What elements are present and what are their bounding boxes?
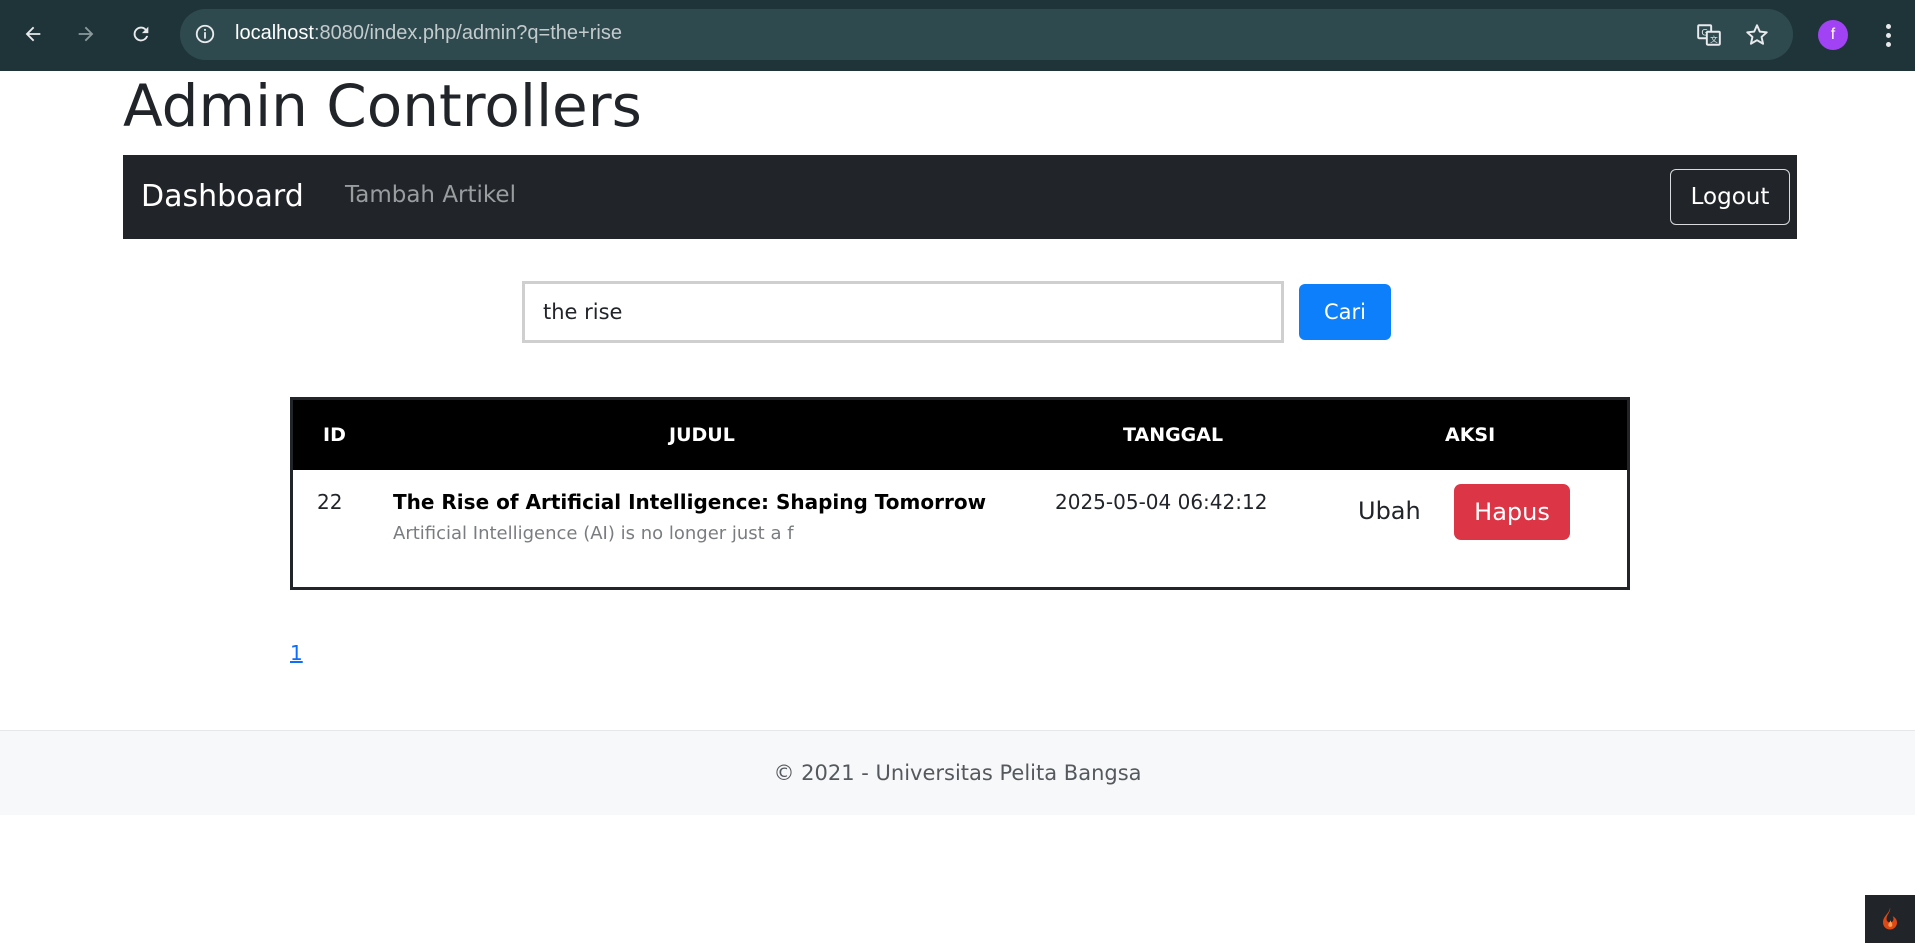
row-date: 2025-05-04 06:42:12 bbox=[1055, 490, 1268, 514]
row-title: The Rise of Artificial Intelligence: Sha… bbox=[393, 490, 987, 514]
column-header-aksi: AKSI bbox=[1445, 424, 1496, 446]
pagination-page-1[interactable]: 1 bbox=[290, 641, 303, 665]
reload-icon bbox=[133, 26, 149, 42]
navbar-brand-dashboard[interactable]: Dashboard bbox=[141, 179, 304, 214]
table-header: ID JUDUL TANGGAL AKSI bbox=[293, 400, 1627, 470]
column-header-id: ID bbox=[323, 424, 346, 446]
search-input[interactable] bbox=[522, 281, 1284, 343]
page-title: Admin Controllers bbox=[123, 72, 642, 140]
address-bar[interactable]: localhost:8080/index.php/admin?q=the+ris… bbox=[180, 9, 1793, 60]
arrow-left-icon bbox=[25, 26, 41, 42]
reload-button[interactable] bbox=[122, 15, 160, 53]
page-footer: © 2021 - Universitas Pelita Bangsa bbox=[0, 730, 1915, 815]
browser-toolbar: localhost:8080/index.php/admin?q=the+ris… bbox=[0, 0, 1915, 71]
nav-link-tambah-artikel[interactable]: Tambah Artikel bbox=[345, 182, 516, 208]
articles-table: ID JUDUL TANGGAL AKSI 22 The Rise of Art… bbox=[290, 397, 1630, 590]
row-excerpt: Artificial Intelligence (AI) is no longe… bbox=[393, 523, 794, 544]
forward-button[interactable] bbox=[67, 15, 105, 53]
arrow-right-icon bbox=[78, 26, 94, 42]
profile-avatar[interactable]: f bbox=[1818, 20, 1848, 50]
logout-button[interactable]: Logout bbox=[1670, 169, 1790, 225]
url-path: :8080/index.php/admin?q=the+rise bbox=[313, 22, 622, 44]
translate-icon[interactable]: G文 bbox=[1695, 21, 1723, 49]
debug-toolbar-flame-icon[interactable] bbox=[1865, 895, 1915, 943]
delete-button[interactable]: Hapus bbox=[1454, 484, 1570, 540]
svg-text:G: G bbox=[1701, 29, 1708, 39]
column-header-judul: JUDUL bbox=[669, 424, 735, 446]
footer-copyright: © 2021 - Universitas Pelita Bangsa bbox=[773, 761, 1142, 785]
url-host: localhost bbox=[235, 22, 314, 44]
admin-navbar: Dashboard Tambah Artikel Logout bbox=[123, 155, 1797, 239]
column-header-tanggal: TANGGAL bbox=[1123, 424, 1224, 446]
browser-menu-icon[interactable] bbox=[1876, 18, 1900, 52]
back-button[interactable] bbox=[14, 15, 52, 53]
row-id: 22 bbox=[317, 490, 343, 514]
url-text[interactable]: localhost:8080/index.php/admin?q=the+ris… bbox=[235, 22, 622, 45]
svg-text:文: 文 bbox=[1710, 34, 1718, 44]
bookmark-star-icon[interactable] bbox=[1743, 21, 1771, 49]
search-button[interactable]: Cari bbox=[1299, 284, 1391, 340]
site-info-icon[interactable] bbox=[194, 23, 216, 45]
edit-link[interactable]: Ubah bbox=[1358, 497, 1421, 525]
